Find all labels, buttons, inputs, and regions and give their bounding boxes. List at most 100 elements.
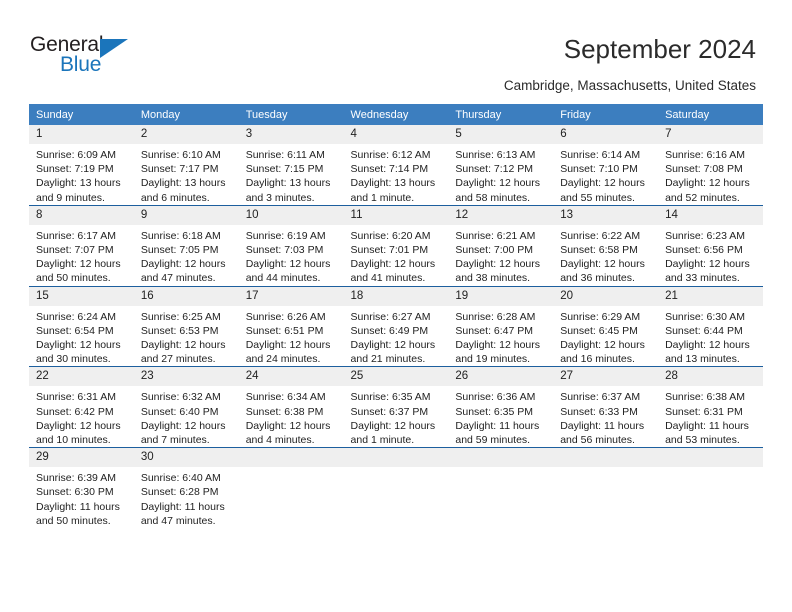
day-number: 5 <box>448 125 554 144</box>
weekday-header-monday: Monday <box>133 104 239 125</box>
sunrise-text: Sunrise: 6:37 AM <box>560 391 641 404</box>
calendar-day-cell[interactable]: 2 Sunrise: 6:10 AM Sunset: 7:17 PM Daylight… <box>133 125 239 206</box>
sunrise-text: Sunrise: 6:34 AM <box>245 391 326 404</box>
daylight-text-line1: Daylight: 13 hours <box>36 177 121 190</box>
sunrise-text: Sunrise: 6:10 AM <box>140 149 221 161</box>
calendar-day-cell[interactable]: 13 Sunrise: 6:22 AM Sunset: 6:58 PM Dayligh… <box>553 204 659 287</box>
day-number <box>343 448 449 468</box>
sunrise-text: Sunrise: 6:18 AM <box>140 229 221 242</box>
calendar-day-cell[interactable]: 16 Sunrise: 6:25 AM Sunset: 6:53 PM Dayligh… <box>133 285 239 367</box>
day-number: 29 <box>29 448 134 468</box>
day-sun-info: Sunrise: 6:12 AM Sunset: 7:14 PM Daylight:… <box>344 144 449 205</box>
calendar-day-cell[interactable]: 4 Sunrise: 6:12 AM Sunset: 7:14 PM Daylight… <box>343 125 449 206</box>
daylight-text-line1: Daylight: 11 hours <box>665 419 749 432</box>
sunset-text: Sunset: 6:53 PM <box>140 324 219 337</box>
daylight-text-line2: and 44 minutes. <box>245 272 321 285</box>
calendar-day-cell[interactable]: 22 Sunrise: 6:31 AM Sunset: 6:42 PM Dayligh… <box>29 366 134 448</box>
calendar-week-row: 15 Sunrise: 6:24 AM Sunset: 6:54 PM Dayligh… <box>29 285 763 367</box>
calendar-day-cell[interactable]: 7 Sunrise: 6:16 AM Sunset: 7:08 PM Daylight… <box>658 125 763 206</box>
calendar-day-cell[interactable]: 14 Sunrise: 6:23 AM Sunset: 6:56 PM Dayligh… <box>658 204 763 287</box>
sunrise-text: Sunrise: 6:29 AM <box>560 310 641 323</box>
calendar-day-cell[interactable]: 29 Sunrise: 6:39 AM Sunset: 6:30 PM Dayligh… <box>29 447 134 529</box>
calendar-day-cell[interactable]: 30 Sunrise: 6:40 AM Sunset: 6:28 PM Dayligh… <box>133 447 239 529</box>
daylight-text-line2: and 53 minutes. <box>665 434 740 447</box>
weekday-header-friday: Friday <box>553 104 659 125</box>
day-cell-inner: 10 Sunrise: 6:19 AM Sunset: 7:03 PM Dayligh… <box>238 205 344 286</box>
day-cell-inner: 26 Sunrise: 6:36 AM Sunset: 6:35 PM Dayligh… <box>448 367 554 447</box>
sunset-text: Sunset: 6:58 PM <box>560 244 638 257</box>
calendar-day-cell[interactable]: 17 Sunrise: 6:26 AM Sunset: 6:51 PM Dayligh… <box>238 285 344 367</box>
calendar-day-cell[interactable]: 26 Sunrise: 6:36 AM Sunset: 6:35 PM Dayligh… <box>448 366 554 448</box>
day-number: 19 <box>448 286 554 306</box>
daylight-text-line2: and 24 minutes. <box>245 353 321 366</box>
day-number: 8 <box>29 205 134 225</box>
calendar-day-cell[interactable]: 20 Sunrise: 6:29 AM Sunset: 6:45 PM Dayligh… <box>553 285 659 367</box>
daylight-text-line2: and 1 minute. <box>350 191 415 204</box>
day-sun-info: Sunrise: 6:13 AM Sunset: 7:12 PM Daylight:… <box>448 144 553 205</box>
day-number <box>658 448 763 468</box>
daylight-text-line2: and 10 minutes. <box>36 434 111 447</box>
calendar-week-row: 1 Sunrise: 6:09 AM Sunset: 7:19 PM Daylight… <box>29 125 763 206</box>
calendar-day-cell[interactable]: 28 Sunrise: 6:38 AM Sunset: 6:31 PM Dayligh… <box>658 366 763 448</box>
calendar-day-cell[interactable]: 18 Sunrise: 6:27 AM Sunset: 6:49 PM Dayligh… <box>343 285 449 367</box>
day-cell-inner: 19 Sunrise: 6:28 AM Sunset: 6:47 PM Dayligh… <box>448 286 554 367</box>
calendar-day-cell[interactable]: 12 Sunrise: 6:21 AM Sunset: 7:00 PM Dayligh… <box>448 204 554 287</box>
calendar-day-cell[interactable]: 11 Sunrise: 6:20 AM Sunset: 7:01 PM Dayligh… <box>343 204 449 287</box>
sunrise-text: Sunrise: 6:22 AM <box>560 229 641 242</box>
weekday-header-saturday: Saturday <box>658 104 763 125</box>
day-cell-inner: 17 Sunrise: 6:26 AM Sunset: 6:51 PM Dayligh… <box>238 286 344 367</box>
calendar-day-cell[interactable]: 19 Sunrise: 6:28 AM Sunset: 6:47 PM Dayligh… <box>448 285 554 367</box>
day-number: 1 <box>29 125 134 144</box>
calendar-day-cell[interactable]: 8 Sunrise: 6:17 AM Sunset: 7:07 PM Daylight… <box>29 204 134 287</box>
sunset-text: Sunset: 6:38 PM <box>245 405 324 418</box>
calendar-head: Sunday Monday Tuesday Wednesday Thursday… <box>29 104 763 125</box>
day-cell-inner: 12 Sunrise: 6:21 AM Sunset: 7:00 PM Dayligh… <box>448 205 554 286</box>
sunset-text: Sunset: 7:19 PM <box>36 163 114 176</box>
calendar-day-cell[interactable]: 6 Sunrise: 6:14 AM Sunset: 7:10 PM Daylight… <box>553 125 659 206</box>
calendar-day-cell[interactable]: 1 Sunrise: 6:09 AM Sunset: 7:19 PM Daylight… <box>29 125 134 206</box>
day-sun-info: Sunrise: 6:37 AM Sunset: 6:33 PM Daylight:… <box>553 386 658 447</box>
weekday-header-wednesday: Wednesday <box>343 104 449 125</box>
day-cell-inner: 24 Sunrise: 6:34 AM Sunset: 6:38 PM Dayligh… <box>238 367 344 447</box>
sunset-text: Sunset: 7:17 PM <box>140 163 219 176</box>
day-number: 28 <box>658 367 763 387</box>
calendar-day-cell[interactable]: 10 Sunrise: 6:19 AM Sunset: 7:03 PM Dayligh… <box>238 204 344 287</box>
page-header: General Blue September 2024 Cambridge, M… <box>0 0 792 100</box>
sunrise-text: Sunrise: 6:39 AM <box>36 472 116 485</box>
daylight-text-line2: and 58 minutes. <box>455 191 531 204</box>
calendar-day-cell[interactable]: 27 Sunrise: 6:37 AM Sunset: 6:33 PM Dayligh… <box>553 366 659 448</box>
day-number: 3 <box>238 125 344 144</box>
sunset-text: Sunset: 6:54 PM <box>36 324 114 337</box>
day-sun-info: Sunrise: 6:25 AM Sunset: 6:53 PM Daylight:… <box>134 306 239 367</box>
calendar-grid: Sunday Monday Tuesday Wednesday Thursday… <box>29 104 763 529</box>
brand-logo[interactable]: General Blue <box>30 33 210 83</box>
day-number: 27 <box>553 367 659 387</box>
calendar-empty-cell <box>658 447 763 529</box>
sunset-text: Sunset: 7:01 PM <box>350 244 429 257</box>
daylight-text-line1: Daylight: 11 hours <box>455 419 540 432</box>
day-number: 12 <box>448 205 554 225</box>
sunset-text: Sunset: 7:00 PM <box>455 244 534 257</box>
daylight-text-line1: Daylight: 12 hours <box>140 258 226 271</box>
daylight-text-line2: and 4 minutes. <box>245 434 315 447</box>
daylight-text-line1: Daylight: 12 hours <box>140 339 226 352</box>
calendar-day-cell[interactable]: 5 Sunrise: 6:13 AM Sunset: 7:12 PM Daylight… <box>448 125 554 206</box>
day-sun-info: Sunrise: 6:14 AM Sunset: 7:10 PM Daylight:… <box>553 144 658 205</box>
sunrise-text: Sunrise: 6:38 AM <box>665 391 746 404</box>
sunrise-text: Sunrise: 6:09 AM <box>36 149 116 161</box>
calendar-day-cell[interactable]: 24 Sunrise: 6:34 AM Sunset: 6:38 PM Dayligh… <box>238 366 344 448</box>
calendar-day-cell[interactable]: 9 Sunrise: 6:18 AM Sunset: 7:05 PM Daylight… <box>133 204 239 287</box>
calendar-day-cell[interactable]: 23 Sunrise: 6:32 AM Sunset: 6:40 PM Dayligh… <box>133 366 239 448</box>
day-sun-info: Sunrise: 6:20 AM Sunset: 7:01 PM Daylight:… <box>344 225 449 286</box>
day-number: 23 <box>133 367 239 387</box>
day-sun-info: Sunrise: 6:28 AM Sunset: 6:47 PM Daylight:… <box>448 306 553 367</box>
calendar-day-cell[interactable]: 3 Sunrise: 6:11 AM Sunset: 7:15 PM Daylight… <box>238 125 344 206</box>
calendar-day-cell[interactable]: 21 Sunrise: 6:30 AM Sunset: 6:44 PM Dayligh… <box>658 285 763 367</box>
calendar-week-row: 22 Sunrise: 6:31 AM Sunset: 6:42 PM Dayligh… <box>29 366 763 448</box>
brand-name-blue: Blue <box>60 53 102 76</box>
calendar-day-cell[interactable]: 15 Sunrise: 6:24 AM Sunset: 6:54 PM Dayligh… <box>29 285 134 367</box>
weekday-header-sunday: Sunday <box>29 104 134 125</box>
daylight-text-line2: and 9 minutes. <box>36 191 105 204</box>
day-sun-info <box>553 467 658 471</box>
calendar-day-cell[interactable]: 25 Sunrise: 6:35 AM Sunset: 6:37 PM Dayligh… <box>343 366 449 448</box>
